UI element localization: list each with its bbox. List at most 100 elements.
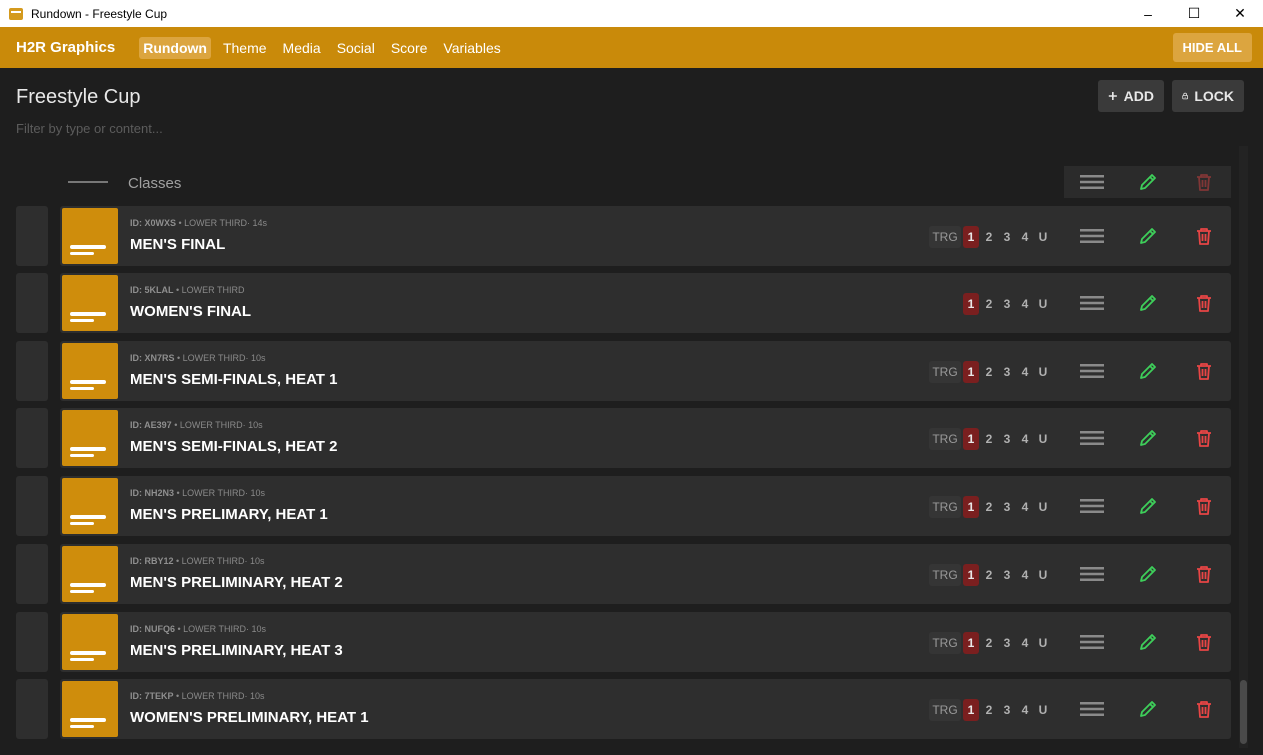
channel-u-toggle[interactable]: U — [1035, 226, 1051, 248]
channel-4-toggle[interactable]: 4 — [1017, 632, 1033, 654]
channel-4-toggle[interactable]: 4 — [1017, 564, 1033, 586]
nav-tab-theme[interactable]: Theme — [219, 37, 271, 59]
channel-4-toggle[interactable]: 4 — [1017, 361, 1033, 383]
delete-trash-icon[interactable] — [1180, 166, 1228, 198]
channel-2-toggle[interactable]: 2 — [981, 564, 997, 586]
drag-handle-icon[interactable] — [1068, 612, 1116, 672]
edit-pencil-icon[interactable] — [1124, 341, 1172, 401]
channel-1-toggle[interactable]: 1 — [963, 632, 979, 654]
delete-trash-icon[interactable] — [1180, 206, 1228, 266]
row-select-handle[interactable] — [16, 612, 48, 672]
rundown-row[interactable]: ID: NUFQ6 • LOWER THIRD· 10s MEN'S PRELI… — [16, 612, 1231, 672]
row-select-handle[interactable] — [16, 476, 48, 536]
edit-pencil-icon[interactable] — [1124, 612, 1172, 672]
delete-trash-icon[interactable] — [1180, 408, 1228, 468]
channel-4-toggle[interactable]: 4 — [1017, 428, 1033, 450]
close-window-button[interactable]: ✕ — [1217, 0, 1263, 27]
channel-3-toggle[interactable]: 3 — [999, 293, 1015, 315]
channel-3-toggle[interactable]: 3 — [999, 226, 1015, 248]
channel-2-toggle[interactable]: 2 — [981, 632, 997, 654]
nav-tab-score[interactable]: Score — [387, 37, 432, 59]
trigger-badge[interactable]: TRG — [929, 428, 961, 450]
channel-4-toggle[interactable]: 4 — [1017, 226, 1033, 248]
trigger-badge[interactable]: TRG — [929, 496, 961, 518]
row-select-handle[interactable] — [16, 408, 48, 468]
rundown-row[interactable]: ID: 5KLAL • LOWER THIRD WOMEN'S FINAL 12… — [16, 273, 1231, 333]
edit-pencil-icon[interactable] — [1124, 273, 1172, 333]
delete-trash-icon[interactable] — [1180, 544, 1228, 604]
nav-tab-rundown[interactable]: Rundown — [139, 36, 211, 59]
drag-handle-icon[interactable] — [1068, 206, 1116, 266]
row-select-handle[interactable] — [16, 544, 48, 604]
graphic-card[interactable]: ID: RBY12 • LOWER THIRD· 10s MEN'S PRELI… — [60, 544, 1231, 604]
rundown-row[interactable]: ID: NH2N3 • LOWER THIRD· 10s MEN'S PRELI… — [16, 476, 1231, 536]
channel-3-toggle[interactable]: 3 — [999, 632, 1015, 654]
graphic-card[interactable]: ID: X0WXS • LOWER THIRD· 14s MEN'S FINAL… — [60, 206, 1231, 266]
edit-pencil-icon[interactable] — [1124, 679, 1172, 739]
edit-pencil-icon[interactable] — [1124, 544, 1172, 604]
row-select-handle[interactable] — [16, 273, 48, 333]
trigger-badge[interactable]: TRG — [929, 699, 961, 721]
channel-1-toggle[interactable]: 1 — [963, 293, 979, 315]
add-button[interactable]: ADD — [1098, 80, 1164, 112]
rundown-row[interactable]: ID: XN7RS • LOWER THIRD· 10s MEN'S SEMI-… — [16, 341, 1231, 401]
graphic-card[interactable]: ID: NH2N3 • LOWER THIRD· 10s MEN'S PRELI… — [60, 476, 1231, 536]
row-select-handle[interactable] — [16, 341, 48, 401]
nav-tab-media[interactable]: Media — [279, 37, 325, 59]
channel-4-toggle[interactable]: 4 — [1017, 699, 1033, 721]
rundown-row[interactable]: ID: AE397 • LOWER THIRD· 10s MEN'S SEMI-… — [16, 408, 1231, 468]
scrollbar-thumb[interactable] — [1240, 680, 1247, 744]
channel-u-toggle[interactable]: U — [1035, 496, 1051, 518]
channel-1-toggle[interactable]: 1 — [963, 361, 979, 383]
edit-pencil-icon[interactable] — [1124, 166, 1172, 198]
minimize-button[interactable]: – — [1125, 0, 1171, 27]
channel-u-toggle[interactable]: U — [1035, 699, 1051, 721]
graphic-card[interactable]: ID: 5KLAL • LOWER THIRD WOMEN'S FINAL 12… — [60, 273, 1231, 333]
drag-handle-icon[interactable] — [1068, 408, 1116, 468]
channel-3-toggle[interactable]: 3 — [999, 361, 1015, 383]
channel-1-toggle[interactable]: 1 — [963, 699, 979, 721]
delete-trash-icon[interactable] — [1180, 679, 1228, 739]
channel-1-toggle[interactable]: 1 — [963, 428, 979, 450]
graphic-card[interactable]: ID: 7TEKP • LOWER THIRD· 10s WOMEN'S PRE… — [60, 679, 1231, 739]
maximize-button[interactable]: ☐ — [1171, 0, 1217, 27]
edit-pencil-icon[interactable] — [1124, 206, 1172, 266]
trigger-badge[interactable]: TRG — [929, 564, 961, 586]
edit-pencil-icon[interactable] — [1124, 476, 1172, 536]
channel-u-toggle[interactable]: U — [1035, 293, 1051, 315]
drag-handle-icon[interactable] — [1068, 476, 1116, 536]
graphic-card[interactable]: ID: NUFQ6 • LOWER THIRD· 10s MEN'S PRELI… — [60, 612, 1231, 672]
edit-pencil-icon[interactable] — [1124, 408, 1172, 468]
trigger-badge[interactable]: TRG — [929, 632, 961, 654]
channel-3-toggle[interactable]: 3 — [999, 428, 1015, 450]
hide-all-button[interactable]: HIDE ALL — [1172, 33, 1252, 62]
channel-3-toggle[interactable]: 3 — [999, 564, 1015, 586]
trigger-badge[interactable]: TRG — [929, 361, 961, 383]
delete-trash-icon[interactable] — [1180, 273, 1228, 333]
channel-3-toggle[interactable]: 3 — [999, 699, 1015, 721]
filter-input[interactable] — [16, 118, 416, 138]
channel-2-toggle[interactable]: 2 — [981, 496, 997, 518]
drag-handle-icon[interactable] — [1068, 544, 1116, 604]
delete-trash-icon[interactable] — [1180, 341, 1228, 401]
nav-tab-variables[interactable]: Variables — [439, 37, 504, 59]
channel-1-toggle[interactable]: 1 — [963, 496, 979, 518]
nav-tab-social[interactable]: Social — [333, 37, 379, 59]
channel-1-toggle[interactable]: 1 — [963, 564, 979, 586]
channel-2-toggle[interactable]: 2 — [981, 226, 997, 248]
row-select-handle[interactable] — [16, 206, 48, 266]
channel-u-toggle[interactable]: U — [1035, 361, 1051, 383]
channel-2-toggle[interactable]: 2 — [981, 428, 997, 450]
channel-1-toggle[interactable]: 1 — [963, 226, 979, 248]
channel-2-toggle[interactable]: 2 — [981, 293, 997, 315]
channel-u-toggle[interactable]: U — [1035, 564, 1051, 586]
row-select-handle[interactable] — [16, 679, 48, 739]
trigger-badge[interactable]: TRG — [929, 226, 961, 248]
delete-trash-icon[interactable] — [1180, 612, 1228, 672]
channel-u-toggle[interactable]: U — [1035, 632, 1051, 654]
channel-2-toggle[interactable]: 2 — [981, 699, 997, 721]
channel-2-toggle[interactable]: 2 — [981, 361, 997, 383]
drag-handle-icon[interactable] — [1068, 341, 1116, 401]
scrollbar[interactable] — [1239, 146, 1248, 748]
graphic-card[interactable]: ID: AE397 • LOWER THIRD· 10s MEN'S SEMI-… — [60, 408, 1231, 468]
